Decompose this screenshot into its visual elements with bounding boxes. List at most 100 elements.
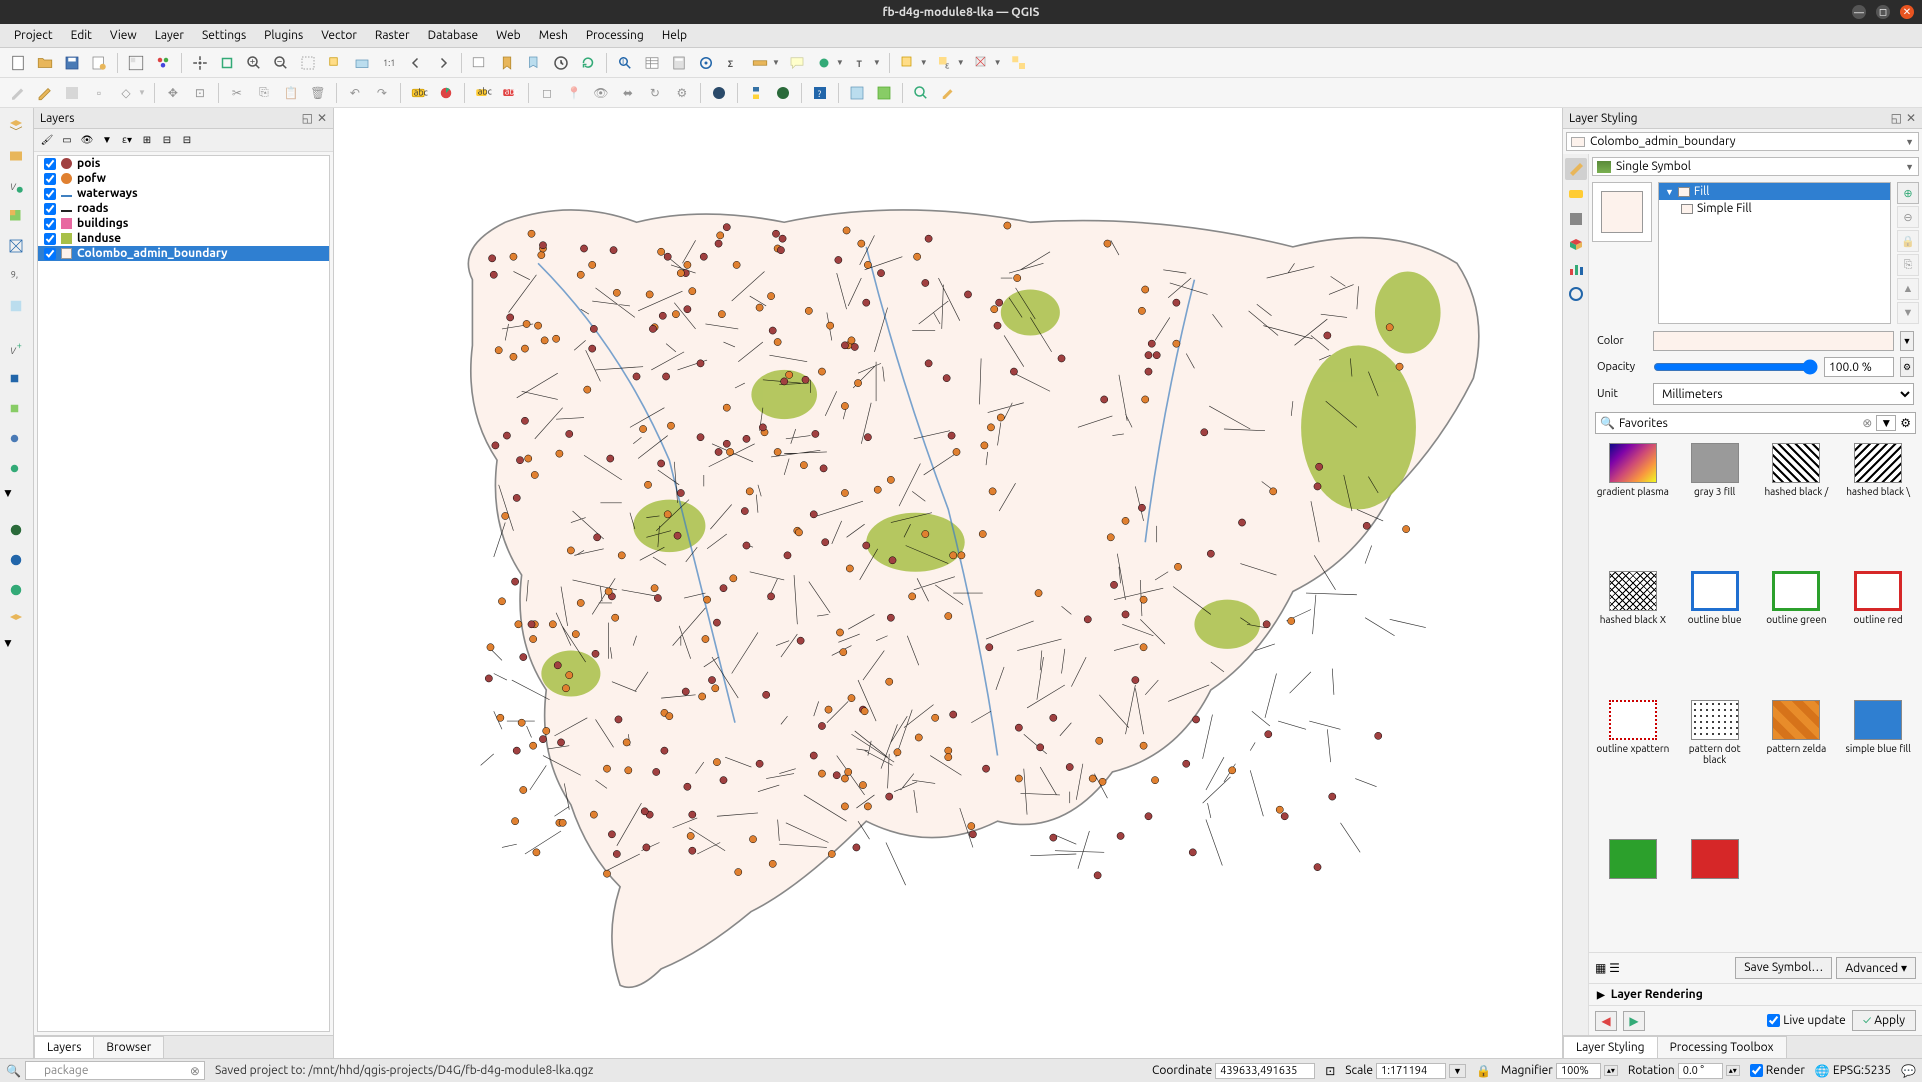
scale-field[interactable] [1376, 1063, 1446, 1079]
layer-visibility-checkbox[interactable] [44, 218, 56, 230]
menu-plugins[interactable]: Plugins [256, 26, 311, 45]
color-dropdown[interactable]: ▼ [1900, 331, 1914, 351]
new-virtual-button[interactable] [2, 396, 30, 424]
extents-icon[interactable]: ⊡ [1325, 1064, 1335, 1078]
zoom-last-button[interactable] [404, 51, 428, 75]
save-symbol-button[interactable]: Save Symbol… [1735, 957, 1832, 979]
layer-item-roads[interactable]: roads [38, 201, 329, 216]
styling-layer-select[interactable]: Colombo_admin_boundary ▼ [1566, 132, 1919, 151]
add-csv-button[interactable]: 9, [2, 262, 30, 290]
data-source-manager-button[interactable] [2, 112, 30, 140]
collapse-all-button[interactable]: ⊟ [158, 131, 176, 149]
messages-button[interactable]: 💬 [1901, 1064, 1916, 1078]
layer-visibility-checkbox[interactable] [44, 188, 56, 200]
measure-button[interactable] [748, 51, 772, 75]
vertex-tool-button[interactable]: ⊡ [188, 81, 212, 105]
apply-button[interactable]: ✓Apply [1852, 1010, 1916, 1031]
swatch-outline-blue[interactable]: outline blue [1677, 571, 1753, 689]
processing-toolbox-button[interactable] [694, 51, 718, 75]
swatch-outline-xpattern[interactable]: outline xpattern [1595, 700, 1671, 829]
panel-undock-button[interactable]: ◱ [1891, 111, 1902, 125]
add-vector-button[interactable]: V [2, 172, 30, 200]
diagrams-tab[interactable] [1565, 258, 1587, 280]
style-back-button[interactable]: ◀ [1595, 1011, 1617, 1031]
lock-scale-icon[interactable]: 🔒 [1476, 1064, 1491, 1078]
rotation-field[interactable] [1678, 1063, 1723, 1079]
advanced-button[interactable]: Advanced ▾ [1836, 957, 1916, 979]
identify-button[interactable]: i [613, 51, 637, 75]
open-project-button[interactable] [33, 51, 57, 75]
panel-undock-button[interactable]: ◱ [302, 111, 313, 125]
layer-item-buildings[interactable]: buildings [38, 216, 329, 231]
move-up-button[interactable]: ▲ [1897, 278, 1919, 300]
layer-style-button[interactable]: 🖌 [38, 131, 56, 149]
tab-browser[interactable]: Browser [93, 1036, 164, 1058]
refresh-button[interactable] [576, 51, 600, 75]
opacity-slider[interactable] [1653, 359, 1818, 375]
layer-item-landuse[interactable]: landuse [38, 231, 329, 246]
add-group-button[interactable]: ▭ [58, 131, 76, 149]
style-manager-button[interactable] [151, 51, 175, 75]
show-label-button[interactable]: 👁 [589, 81, 613, 105]
layer-item-pois[interactable]: pois [38, 156, 329, 171]
menu-layer[interactable]: Layer [147, 26, 192, 45]
new-annotation-button[interactable] [812, 51, 836, 75]
wfs-button[interactable] [2, 576, 30, 604]
menu-help[interactable]: Help [654, 26, 695, 45]
layer-item-waterways[interactable]: waterways [38, 186, 329, 201]
rotate-label-button[interactable]: ↻ [643, 81, 667, 105]
locator-search[interactable]: package⊗ [25, 1061, 205, 1080]
pan-map-button[interactable] [188, 51, 212, 75]
new-bookmark-button[interactable] [495, 51, 519, 75]
pin-label-button[interactable]: 📍 [562, 81, 586, 105]
current-edits-button[interactable] [6, 81, 30, 105]
crs-button[interactable]: 🌐 EPSG:5235 [1815, 1064, 1891, 1078]
layer-visibility-checkbox[interactable] [44, 158, 56, 170]
remove-layer-button[interactable]: ⊟ [178, 131, 196, 149]
delete-selected-button[interactable]: 🗑 [306, 81, 330, 105]
symbol-type-select[interactable]: Single Symbol ▼ [1592, 157, 1919, 176]
search-tool-button[interactable] [909, 81, 933, 105]
new-map-view-button[interactable] [468, 51, 492, 75]
plugins-button[interactable] [771, 81, 795, 105]
new-spatialite-button[interactable] [2, 366, 30, 394]
opacity-spinbox[interactable]: 100.0 % [1824, 357, 1894, 377]
window-close-button[interactable]: ✕ [1900, 5, 1914, 19]
swatch-gradient-plasma[interactable]: gradient plasma [1595, 443, 1671, 561]
swatch-pattern-zelda[interactable]: pattern zelda [1759, 700, 1835, 829]
new-print-layout-button[interactable] [87, 51, 111, 75]
select-features-button[interactable] [896, 51, 920, 75]
style-manager-link[interactable]: ⚙ [1900, 416, 1911, 430]
icon-view-button[interactable]: ▦ [1595, 962, 1606, 975]
copy-button[interactable]: ⎘ [252, 81, 276, 105]
deselect-button[interactable] [970, 51, 994, 75]
magnifier-field[interactable] [1556, 1063, 1601, 1079]
field-calculator-button[interactable] [667, 51, 691, 75]
menu-vector[interactable]: Vector [313, 26, 365, 45]
menu-edit[interactable]: Edit [63, 26, 100, 45]
paste-button[interactable]: 📋 [279, 81, 303, 105]
clear-search-button[interactable]: ⊗ [1862, 416, 1872, 430]
layer-item-pofw[interactable]: pofw [38, 171, 329, 186]
change-prop-button[interactable]: ⚙ [670, 81, 694, 105]
label-red-icon[interactable]: abc [498, 81, 522, 105]
add-virtual-button[interactable] [2, 292, 30, 320]
layer-visibility-checkbox[interactable] [44, 233, 56, 245]
swatch-simple-blue-fill[interactable]: simple blue fill [1840, 700, 1916, 829]
symbology-tab[interactable] [1565, 158, 1587, 180]
labeling-button[interactable]: abc [407, 81, 431, 105]
labels-tab[interactable] [1565, 183, 1587, 205]
show-bookmarks-button[interactable] [522, 51, 546, 75]
window-maximize-button[interactable]: ◻ [1876, 5, 1890, 19]
new-gpx-button[interactable] [2, 456, 30, 484]
layer-visibility-checkbox[interactable] [44, 248, 56, 260]
unit-select[interactable]: Millimeters [1653, 383, 1914, 405]
attribute-table-button[interactable] [640, 51, 664, 75]
symbol-layer-tree[interactable]: ▼Fill Simple Fill [1658, 182, 1891, 324]
edit-metadata-button[interactable] [936, 81, 960, 105]
tab-layer-styling[interactable]: Layer Styling [1563, 1036, 1658, 1058]
zoom-out-button[interactable] [269, 51, 293, 75]
swatch-outline-green[interactable]: outline green [1759, 571, 1835, 689]
tab-processing-toolbox[interactable]: Processing Toolbox [1657, 1036, 1787, 1058]
swatch-unnamed[interactable] [1595, 839, 1671, 946]
